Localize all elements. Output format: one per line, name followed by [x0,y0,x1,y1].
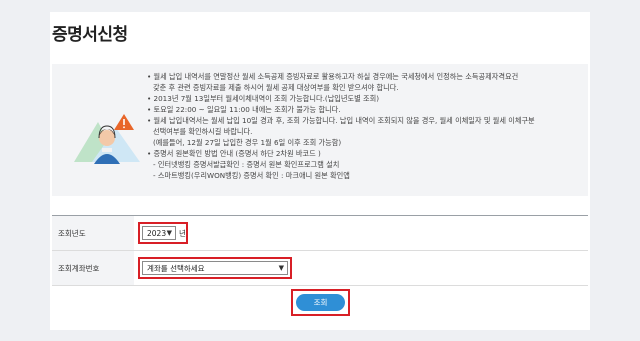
account-select[interactable]: 계좌를 선택하세요 ▼ [142,261,288,275]
notice-item: 2013년 7월 13일부터 월세이체내역이 조회 가능합니다.(납입년도별 조… [147,93,583,104]
call-center-agent-illustration [74,114,140,164]
chevron-down-icon: ▼ [166,229,172,237]
year-unit: 년 [179,229,186,238]
notice-list: 월세 납입 내역서를 연말정산 월세 소득공제 증빙자료로 활용하고자 하실 경… [147,71,583,181]
page-title: 증명서신청 [52,25,128,45]
account-row: 조회계좌번호 계좌를 선택하세요 ▼ [52,251,588,286]
account-label: 조회계좌번호 [52,251,134,285]
account-highlight: 계좌를 선택하세요 ▼ [138,257,292,279]
search-button[interactable]: 조회 [296,294,345,311]
notice-item: 갖춘 후 관련 증빙자료를 제출 하시어 월세 공제 대상여부를 확인 받으셔야… [153,83,399,92]
notice-item: 토요일 22:00 ~ 일요일 11:00 내에는 조회가 불가능 합니다. [147,104,583,115]
warning-icon [114,114,134,130]
notice-item: - 인터넷뱅킹 증명서발급확인 : 증명서 원본 확인프로그램 설치 [153,160,340,169]
notice-item: - 스마트뱅킹(우리WON뱅킹) 증명서 확인 : 마크애니 원본 확인앱 [153,171,350,180]
notice-item: (예를들어, 12월 27일 납입한 경우 1월 6일 이후 조회 가능함) [153,138,342,147]
notice-item: 증명서 원본확인 방법 안내 (증명서 하단 2차원 바코드 ) [147,148,583,159]
certificate-panel: 증명서신청 월세 납입 내역서를 연말정산 월세 소득공제 증빙자료로 활용하고… [50,12,590,330]
year-select[interactable]: 2023 ▼ [142,226,176,240]
search-button-highlight: 조회 [291,289,350,316]
account-select-placeholder: 계좌를 선택하세요 [147,263,205,273]
notice-item: 월세 납입내역서는 월세 납입 10일 경과 후, 조회 가능합니다. 납입 내… [147,115,583,126]
year-select-value: 2023 [147,228,167,238]
notice-box: 월세 납입 내역서를 연말정산 월세 소득공제 증빙자료로 활용하고자 하실 경… [52,64,588,196]
year-label: 조회년도 [52,216,134,250]
notice-item: 선택여부를 확인하시길 바랍니다. [153,127,253,136]
year-highlight: 2023 ▼ 년 [138,222,188,244]
notice-item: 월세 납입 내역서를 연말정산 월세 소득공제 증빙자료로 활용하고자 하실 경… [147,71,583,82]
year-row: 조회년도 2023 ▼ 년 [52,216,588,251]
chevron-down-icon: ▼ [278,264,284,272]
